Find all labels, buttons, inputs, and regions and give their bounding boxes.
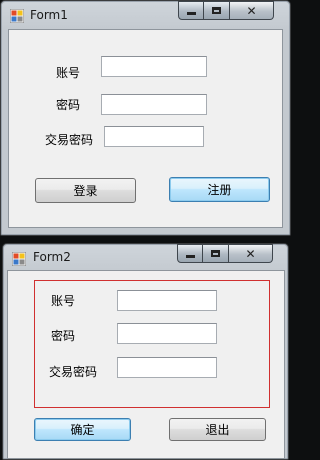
window-title: Form2 bbox=[33, 250, 71, 264]
form2-titlebar[interactable]: Form2 ✕ bbox=[3, 244, 288, 272]
close-icon: ✕ bbox=[245, 246, 256, 261]
caption-buttons: ✕ bbox=[177, 244, 273, 263]
trade-password-label: 交易密码 bbox=[45, 133, 94, 147]
account-input[interactable] bbox=[117, 290, 217, 311]
account-label: 账号 bbox=[51, 294, 76, 308]
maximize-icon bbox=[211, 250, 220, 257]
trade-password-input[interactable] bbox=[117, 357, 217, 378]
form2-window: Form2 ✕ 账号 密码 交易密码 确定 退出 bbox=[2, 243, 289, 460]
maximize-button[interactable] bbox=[204, 1, 230, 20]
account-label: 账号 bbox=[56, 66, 81, 80]
form1-titlebar[interactable]: Form1 ✕ bbox=[1, 1, 290, 29]
close-icon: ✕ bbox=[246, 3, 257, 18]
maximize-button[interactable] bbox=[203, 244, 229, 263]
form2-client-area: 账号 密码 交易密码 确定 退出 bbox=[7, 270, 285, 459]
close-button[interactable]: ✕ bbox=[229, 244, 273, 263]
account-input[interactable] bbox=[101, 56, 207, 77]
close-button[interactable]: ✕ bbox=[230, 1, 274, 20]
input-group-panel: 账号 密码 交易密码 bbox=[34, 280, 270, 408]
form1-client-area: 账号 密码 交易密码 登录 注册 bbox=[8, 29, 283, 228]
minimize-icon bbox=[186, 12, 196, 15]
exit-button[interactable]: 退出 bbox=[169, 418, 266, 441]
window-title: Form1 bbox=[30, 8, 68, 22]
register-button[interactable]: 注册 bbox=[169, 177, 270, 202]
app-icon bbox=[12, 252, 26, 266]
password-input[interactable] bbox=[101, 94, 207, 115]
password-label: 密码 bbox=[51, 329, 76, 343]
minimize-icon bbox=[185, 255, 195, 258]
form1-window: Form1 ✕ 账号 密码 交易密码 登录 注册 bbox=[0, 0, 291, 236]
password-input[interactable] bbox=[117, 323, 217, 344]
app-icon bbox=[10, 9, 24, 23]
maximize-icon bbox=[212, 7, 221, 14]
password-label: 密码 bbox=[56, 98, 81, 112]
minimize-button[interactable] bbox=[177, 244, 203, 263]
trade-password-input[interactable] bbox=[104, 126, 204, 147]
caption-buttons: ✕ bbox=[178, 1, 274, 20]
confirm-button[interactable]: 确定 bbox=[34, 418, 131, 441]
minimize-button[interactable] bbox=[178, 1, 204, 20]
trade-password-label: 交易密码 bbox=[49, 365, 98, 379]
login-button[interactable]: 登录 bbox=[35, 178, 136, 203]
